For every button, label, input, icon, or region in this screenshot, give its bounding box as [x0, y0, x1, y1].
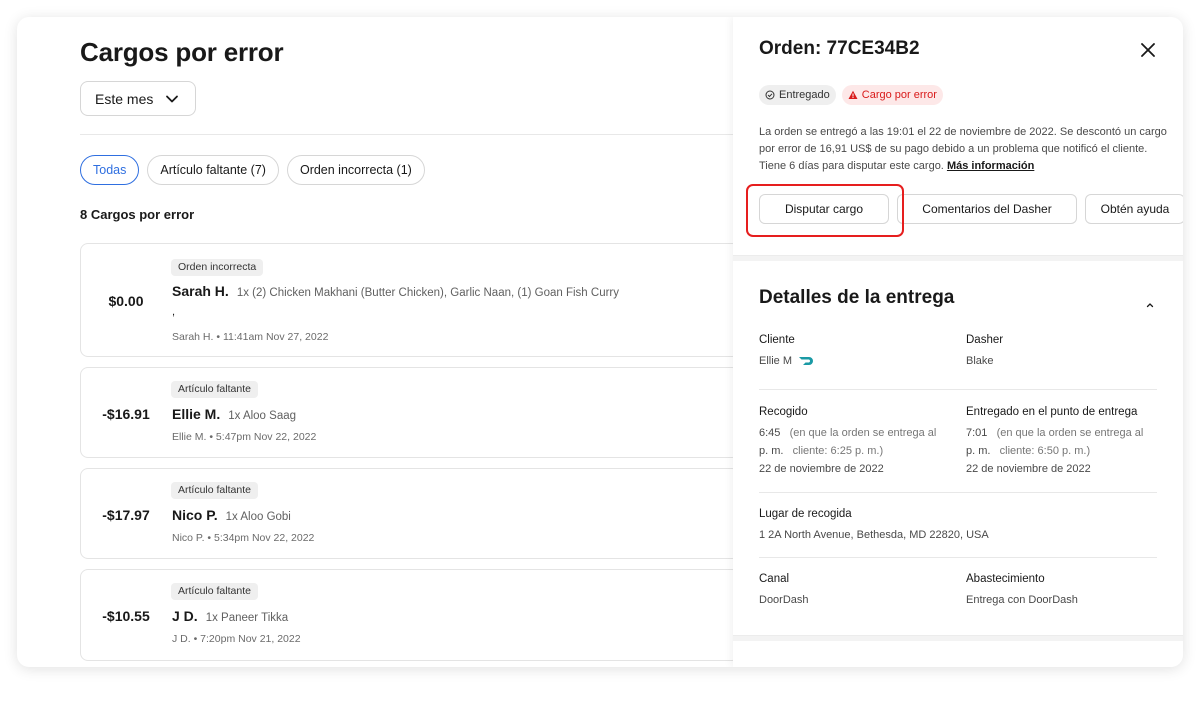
dasher-value: Blake — [966, 355, 994, 367]
list-item[interactable]: -$10.55 Artículo faltante J D. 1x Paneer … — [80, 569, 740, 661]
order-description: La orden se entregó a las 19:01 el 22 de… — [759, 124, 1169, 175]
pickup-label: Recogido — [759, 406, 808, 418]
error-badge-label: Cargo por error — [861, 89, 937, 101]
delivered-time-block: 7:01 (en que la orden se entrega al p. m… — [966, 424, 1166, 478]
customer-name-row: J D. 1x Paneer Tikka — [172, 608, 288, 624]
dasher-label: Dasher — [966, 334, 1004, 346]
status-badge: Entregado — [759, 85, 836, 105]
order-meta: Ellie M. • 5:47pm Nov 22, 2022 — [172, 431, 317, 443]
delivered-note-2: cliente: 6:50 p. m.) — [999, 445, 1091, 457]
pickup-note-1: (en que la orden se entrega al — [789, 427, 937, 439]
charge-amount: -$17.97 — [102, 507, 150, 523]
delivered-date: 22 de noviembre de 2022 — [966, 463, 1091, 475]
order-meta: J D. • 7:20pm Nov 21, 2022 — [172, 633, 301, 645]
error-type-tag: Artículo faltante — [171, 583, 258, 600]
chevron-up-icon[interactable] — [1145, 301, 1155, 309]
order-items: 1x Aloo Gobi — [225, 511, 291, 523]
status-badges: Entregado Cargo por error — [759, 85, 943, 105]
delivered-time-line-2: p. m. cliente: 6:50 p. m.) — [966, 442, 1166, 460]
divider — [759, 389, 1157, 390]
month-select[interactable]: Este mes — [80, 81, 196, 116]
customer-label: Cliente — [759, 334, 795, 346]
doordash-logo-icon — [799, 357, 814, 366]
pickup-time-line-1: 6:45 (en que la orden se entrega al — [759, 424, 959, 442]
error-type-tag: Artículo faltante — [171, 482, 258, 499]
divider — [80, 134, 733, 135]
customer-name-row: Sarah H. 1x (2) Chicken Makhani (Butter C… — [172, 283, 619, 299]
fulfillment-value: Entrega con DoorDash — [966, 594, 1078, 606]
filter-wrong-order[interactable]: Orden incorrecta (1) — [286, 155, 425, 185]
charge-amount: -$10.55 — [102, 608, 150, 624]
more-info-link[interactable]: Más información — [947, 160, 1034, 172]
charges-count: 8 Cargos por error — [80, 207, 195, 222]
section-separator — [733, 255, 1183, 261]
check-circle-icon — [765, 90, 775, 100]
channel-value: DoorDash — [759, 594, 809, 606]
error-type-tag: Orden incorrecta — [171, 259, 264, 276]
pickup-ampm: p. m. — [759, 445, 784, 457]
pickup-note-2: cliente: 6:25 p. m.) — [792, 445, 884, 457]
list-item[interactable]: $0.00 Orden incorrecta Sarah H. 1x (2) Ch… — [80, 243, 740, 357]
charges-list-pane: Cargos por error Este mes Todas Artículo… — [17, 17, 740, 667]
filter-all[interactable]: Todas — [80, 155, 140, 185]
month-select-label: Este mes — [95, 90, 154, 107]
order-meta: Sarah H. • 11:41am Nov 27, 2022 — [172, 331, 329, 343]
highlight-box — [746, 184, 904, 237]
dasher-feedback-button[interactable]: Comentarios del Dasher — [897, 194, 1077, 224]
pickup-time-line-2: p. m. cliente: 6:25 p. m.) — [759, 442, 959, 460]
list-item[interactable]: -$17.97 Artículo faltante Nico P. 1x Aloo… — [80, 468, 740, 559]
error-badge: Cargo por error — [841, 85, 943, 105]
customer-value: Ellie M — [759, 355, 793, 367]
pickup-time: 6:45 — [759, 427, 781, 439]
close-icon[interactable] — [1139, 41, 1157, 59]
order-items: 1x Aloo Saag — [228, 410, 297, 422]
pickup-place-label: Lugar de recogida — [759, 508, 852, 520]
order-items: 1x Paneer Tikka — [205, 612, 289, 624]
charge-amount: -$16.91 — [102, 406, 150, 422]
delivered-time: 7:01 — [966, 427, 988, 439]
pickup-date: 22 de noviembre de 2022 — [759, 463, 884, 475]
customer-name-row: Ellie M. 1x Aloo Saag — [172, 406, 296, 422]
customer-value-row: Ellie M — [759, 352, 816, 370]
section-separator — [733, 635, 1183, 641]
delivered-label: Entregado en el punto de entrega — [966, 406, 1138, 418]
order-title: Orden: 77CE34B2 — [759, 38, 920, 59]
order-items: 1x (2) Chicken Makhani (Butter Chicken),… — [236, 287, 619, 299]
status-badge-label: Entregado — [779, 89, 830, 101]
delivery-details-title: Detalles de la entrega — [759, 287, 955, 308]
customer-name: Ellie M. — [172, 406, 221, 422]
channel-label: Canal — [759, 573, 790, 585]
page-title: Cargos por error — [80, 37, 284, 67]
customer-name-row: Nico P. 1x Aloo Gobi — [172, 507, 291, 523]
pickup-place-value: 1 2A North Avenue, Bethesda, MD 22820, U… — [759, 529, 989, 541]
get-help-button[interactable]: Obtén ayuda — [1085, 194, 1183, 224]
warning-icon — [848, 90, 858, 99]
customer-name: Nico P. — [172, 507, 218, 523]
divider — [759, 492, 1157, 493]
delivered-ampm: p. m. — [966, 445, 991, 457]
chevron-down-icon — [166, 95, 178, 103]
charge-amount: $0.00 — [108, 293, 144, 309]
fulfillment-label: Abastecimiento — [966, 573, 1045, 585]
order-items-extra: , — [172, 306, 176, 318]
customer-name: Sarah H. — [172, 283, 229, 299]
divider — [759, 557, 1157, 558]
filter-missing-item[interactable]: Artículo faltante (7) — [147, 155, 279, 185]
delivered-time-line-1: 7:01 (en que la orden se entrega al — [966, 424, 1166, 442]
delivered-note-1: (en que la orden se entrega al — [996, 427, 1144, 439]
customer-name: J D. — [172, 608, 198, 624]
order-meta: Nico P. • 5:34pm Nov 22, 2022 — [172, 532, 315, 544]
pickup-time-block: 6:45 (en que la orden se entrega al p. m… — [759, 424, 959, 478]
app-window: Cargos por error Este mes Todas Artículo… — [17, 17, 1183, 667]
error-type-tag: Artículo faltante — [171, 381, 258, 398]
filter-chips: Todas Artículo faltante (7) Orden incorr… — [80, 155, 425, 185]
list-item[interactable]: -$16.91 Artículo faltante Ellie M. 1x Alo… — [80, 367, 740, 458]
order-detail-panel: Orden: 77CE34B2 Entregado Cargo por erro… — [733, 17, 1183, 667]
